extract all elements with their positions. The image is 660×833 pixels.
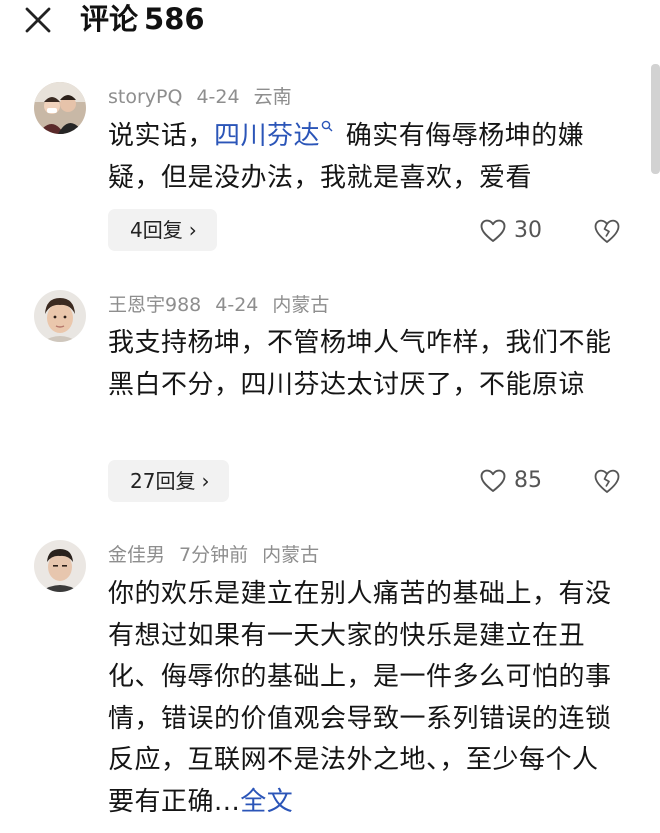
scrollbar[interactable] [651, 64, 660, 174]
like-count: 30 [514, 218, 542, 243]
avatar[interactable] [34, 290, 86, 342]
comment-location: 云南 [253, 86, 292, 108]
comment-text: 你的欢乐是建立在别人痛苦的基础上，有没有想过如果有一天大家的快乐是建立在丑化、侮… [108, 574, 614, 823]
username[interactable]: 金佳男 [108, 544, 165, 566]
chevron-right-icon: › [188, 218, 197, 242]
comment-text-body: 你的欢乐是建立在别人痛苦的基础上，有没有想过如果有一天大家的快乐是建立在丑化、侮… [108, 579, 612, 817]
comment-meta: 金佳男 7分钟前 内蒙古 [108, 542, 333, 568]
mention-label: 四川芬达 [214, 121, 321, 151]
username[interactable]: storyPQ [108, 86, 182, 108]
search-icon [321, 120, 333, 132]
comment-text: 我支持杨坤，不管杨坤人气咋样，我们不能黑白不分，四川芬达太讨厌了，不能原谅 [108, 328, 612, 400]
heart-outline-icon [480, 219, 506, 242]
comment-count: 586 [144, 2, 205, 36]
comment-date: 4-24 [196, 86, 240, 108]
like-button[interactable]: 85 [480, 466, 542, 496]
like-button[interactable]: 30 [480, 216, 542, 246]
broken-heart-icon[interactable] [593, 467, 621, 495]
expand-full-text-link[interactable]: 全文 [240, 787, 293, 817]
view-replies-button[interactable]: 27回复 › [108, 460, 230, 502]
reply-count: 27回复 [130, 469, 196, 493]
mention-link[interactable]: 四川芬达 [214, 120, 337, 151]
comment-text-before: 说实话， [108, 121, 215, 151]
comment-location: 内蒙古 [262, 544, 320, 566]
comment-meta: storyPQ 4-24 云南 [108, 84, 306, 110]
close-icon[interactable] [22, 4, 54, 36]
avatar[interactable] [34, 82, 86, 134]
comments-header: 评论 586 [0, 0, 660, 58]
username[interactable]: 王恩宇988 [108, 294, 201, 316]
comment-meta: 王恩宇988 4-24 内蒙古 [108, 292, 343, 318]
comment-date: 4-24 [215, 294, 259, 316]
title-label: 评论 [80, 2, 139, 36]
heart-outline-icon [480, 469, 506, 492]
comment-location: 内蒙古 [272, 294, 330, 316]
comment-date: 7分钟前 [179, 544, 249, 566]
reply-count: 4回复 [130, 218, 183, 242]
page-title: 评论 586 [80, 0, 205, 38]
like-count: 85 [514, 468, 542, 493]
chevron-right-icon: › [201, 469, 210, 493]
view-replies-button[interactable]: 4回复 › [108, 209, 217, 251]
avatar[interactable] [34, 540, 86, 592]
comment-text: 说实话，四川芬达 确实有侮辱杨坤的嫌疑，但是没办法，我就是喜欢，爱看 [108, 116, 614, 199]
broken-heart-icon[interactable] [593, 217, 621, 245]
